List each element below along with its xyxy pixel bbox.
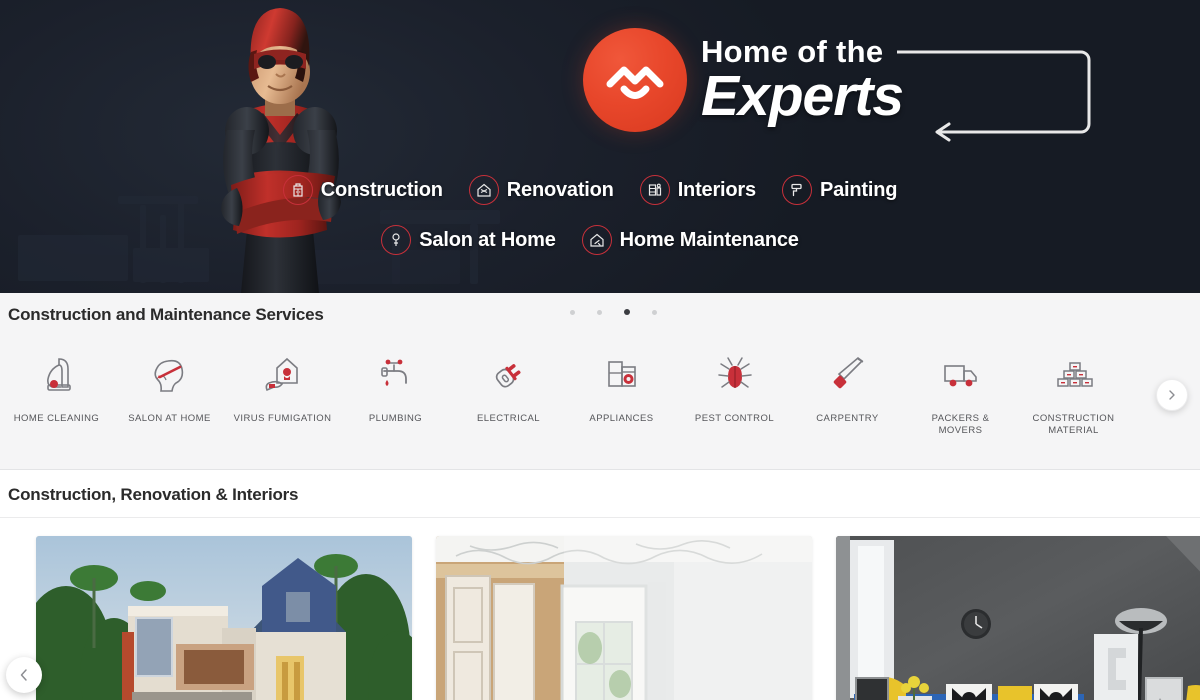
renovation-house-icon xyxy=(468,175,499,205)
category-construction-material[interactable]: CONSTRUCTION MATERIAL xyxy=(1017,349,1130,437)
interiors-furniture-icon xyxy=(639,175,670,205)
villa-exterior-photo xyxy=(36,536,412,700)
hero-chip-label: Painting xyxy=(819,178,898,201)
home-experts-logo-icon xyxy=(583,28,687,132)
carousel-dot[interactable] xyxy=(597,309,602,315)
carousel-dot-active[interactable] xyxy=(624,309,630,315)
living-room-photo xyxy=(836,536,1200,700)
hero-chip-salon-at-home[interactable]: Salon at Home xyxy=(381,225,556,255)
hero-chip-home-maintenance[interactable]: Home Maintenance xyxy=(581,225,799,255)
category-label: APPLIANCES xyxy=(589,413,654,424)
category-pest-control[interactable]: PEST CONTROL xyxy=(678,349,791,425)
category-label: PLUMBING xyxy=(368,413,423,424)
wordmark-main-line: Experts xyxy=(701,64,904,129)
category-salon-at-home[interactable]: SALON AT HOME xyxy=(113,349,226,425)
hero-service-chips-row-1: Construction Renovation Interiors Painti… xyxy=(0,175,1190,205)
category-electrical[interactable]: ELECTRICAL xyxy=(452,349,565,425)
categories-carousel-dots[interactable] xyxy=(570,309,657,315)
category-label: PACKERS & MOVERS xyxy=(931,413,990,436)
salon-dryer-icon xyxy=(381,225,412,255)
hero-service-chips-row-2: Salon at Home Home Maintenance xyxy=(0,225,1190,255)
category-home-cleaning[interactable]: HOME CLEANING xyxy=(0,349,113,425)
cri-card-list xyxy=(0,518,1200,700)
category-plumbing[interactable]: PLUMBING xyxy=(339,349,452,425)
brand-lockup: Home of the Experts xyxy=(583,28,1091,142)
wordmark-top-line: Home of the xyxy=(701,34,884,70)
categories-strip: HOME CLEANING SALON AT HOME VIRUS FUMIGA… xyxy=(0,349,1200,437)
renovation-photo xyxy=(436,536,812,700)
electric-plug-icon xyxy=(483,349,535,401)
hero-banner: Home of the Experts Construction Renovat… xyxy=(0,0,1200,293)
cri-card-living-room[interactable] xyxy=(836,536,1200,700)
chevron-left-icon xyxy=(20,669,27,681)
home-maintenance-icon xyxy=(581,225,612,255)
hero-chip-painting[interactable]: Painting xyxy=(781,175,898,205)
category-carpentry[interactable]: CARPENTRY xyxy=(791,349,904,425)
hero-chip-label: Renovation xyxy=(506,178,614,201)
cri-prev-button[interactable] xyxy=(6,657,42,693)
category-label: CARPENTRY xyxy=(816,413,879,424)
vacuum-cleaner-icon xyxy=(31,349,83,401)
carousel-dot[interactable] xyxy=(652,309,657,315)
paint-roller-icon xyxy=(781,175,812,205)
salon-head-icon xyxy=(144,349,196,401)
cri-carousel xyxy=(0,517,1200,700)
cri-card-renovation[interactable] xyxy=(436,536,812,700)
category-virus-fumigation[interactable]: VIRUS FUMIGATION xyxy=(226,349,339,425)
moving-truck-icon xyxy=(935,349,987,401)
fumigation-house-hand-icon xyxy=(257,349,309,401)
chevron-right-icon xyxy=(1169,390,1175,400)
category-label: ELECTRICAL xyxy=(476,413,541,424)
stacked-bricks-icon xyxy=(1048,349,1100,401)
pest-bug-icon xyxy=(709,349,761,401)
hero-chip-construction[interactable]: Construction xyxy=(282,175,443,205)
hero-chip-interiors[interactable]: Interiors xyxy=(639,175,756,205)
carousel-dot[interactable] xyxy=(570,309,575,315)
category-packers-movers[interactable]: PACKERS & MOVERS xyxy=(904,349,1017,437)
handsaw-icon xyxy=(822,349,874,401)
cri-card-villa-exterior[interactable] xyxy=(36,536,412,700)
category-label: CONSTRUCTION MATERIAL xyxy=(1032,413,1115,436)
construction-renovation-interiors-section: Construction, Renovation & Interiors xyxy=(0,470,1200,700)
hero-chip-renovation[interactable]: Renovation xyxy=(468,175,614,205)
hero-chip-label: Home Maintenance xyxy=(619,228,799,251)
categories-next-button[interactable] xyxy=(1156,379,1188,411)
construction-crane-icon xyxy=(282,175,313,205)
appliances-washer-icon xyxy=(596,349,648,401)
categories-section: Construction and Maintenance Services HO… xyxy=(0,293,1200,470)
faucet-drip-icon xyxy=(370,349,422,401)
hero-chip-label: Salon at Home xyxy=(419,228,556,251)
category-label: HOME CLEANING xyxy=(13,413,100,424)
cri-section-title: Construction, Renovation & Interiors xyxy=(8,485,299,504)
hero-chip-label: Construction xyxy=(320,178,443,201)
category-appliances[interactable]: APPLIANCES xyxy=(565,349,678,425)
categories-section-title: Construction and Maintenance Services xyxy=(8,305,324,324)
hero-chip-label: Interiors xyxy=(677,178,756,201)
category-label: VIRUS FUMIGATION xyxy=(233,413,332,424)
category-label: SALON AT HOME xyxy=(128,413,211,424)
category-label: PEST CONTROL xyxy=(694,413,775,424)
